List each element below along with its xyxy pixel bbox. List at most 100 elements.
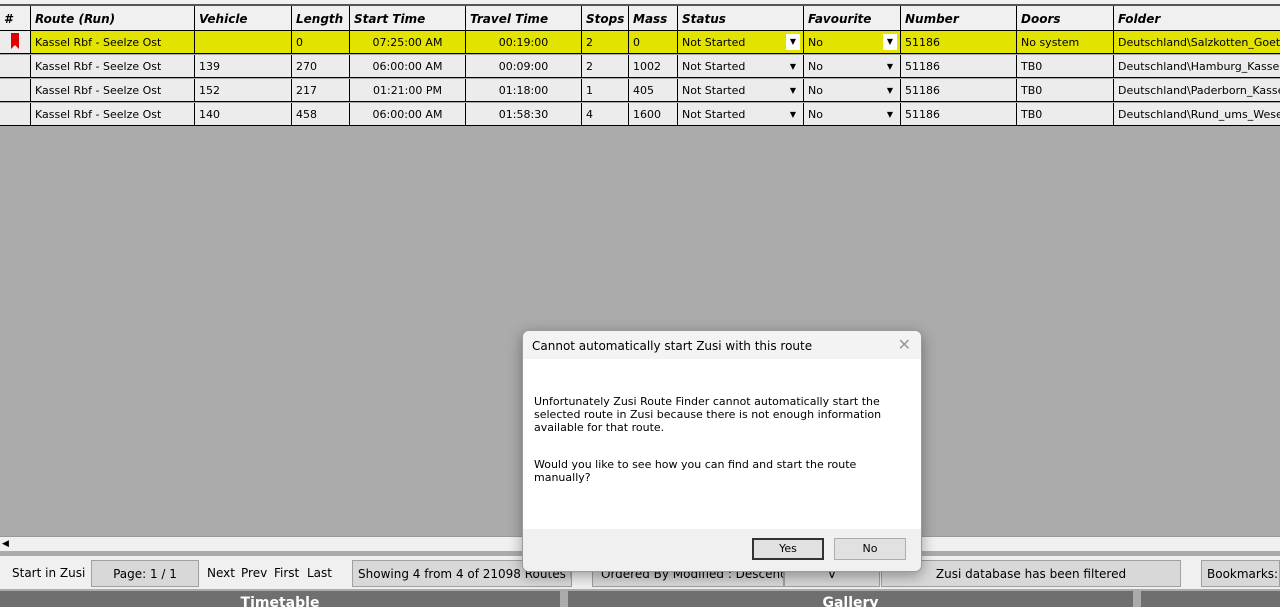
cell-start-time[interactable]: 01:21:00 PM <box>350 79 466 102</box>
warning-dialog: Cannot automatically start Zusi with thi… <box>522 330 922 572</box>
favourite-dropdown[interactable]: No ▼ <box>804 79 901 102</box>
cell-travel-time[interactable]: 01:58:30 <box>466 103 582 126</box>
status-value: Not Started <box>682 36 746 49</box>
dropdown-arrow-icon[interactable]: ▼ <box>786 79 800 101</box>
cell-number[interactable]: 51186 <box>901 31 1017 54</box>
start-in-zusi-button[interactable]: Start in Zusi <box>12 560 90 587</box>
cell-mass[interactable]: 405 <box>629 79 678 102</box>
routes-grid[interactable]: # Route (Run) Vehicle Length Start Time … <box>0 6 1280 127</box>
yes-button[interactable]: Yes <box>752 538 824 560</box>
favourite-value: No <box>808 60 823 73</box>
dropdown-arrow-icon[interactable]: ▼ <box>786 103 800 125</box>
dropdown-arrow-icon[interactable]: ▼ <box>883 34 897 50</box>
bookmarks-count: Bookmarks: 26 <box>1201 560 1280 587</box>
cell-doors[interactable]: TB0 <box>1017 79 1114 102</box>
column-header-doors[interactable]: Doors <box>1017 6 1114 31</box>
status-dropdown[interactable]: Not Started ▼ <box>678 79 804 102</box>
no-button[interactable]: No <box>834 538 906 560</box>
cell-stops[interactable]: 2 <box>582 55 629 78</box>
favourite-value: No <box>808 108 823 121</box>
column-header-index[interactable]: # <box>0 6 31 31</box>
cell-folder[interactable]: Deutschland\Salzkotten_Goettin <box>1114 31 1280 54</box>
dropdown-arrow-icon[interactable]: ▼ <box>883 103 897 125</box>
cell-vehicle[interactable]: 152 <box>195 79 292 102</box>
favourite-dropdown[interactable]: No ▼ <box>804 103 901 126</box>
favourite-dropdown[interactable]: No ▼ <box>804 55 901 78</box>
cell-stops[interactable]: 2 <box>582 31 629 54</box>
first-page-button[interactable]: First <box>274 560 304 587</box>
cell-vehicle[interactable]: 140 <box>195 103 292 126</box>
status-value: Not Started <box>682 84 746 97</box>
column-header-status[interactable]: Status <box>678 6 804 31</box>
scroll-left-arrow-icon[interactable]: ◀ <box>2 537 9 551</box>
cell-stops[interactable]: 1 <box>582 79 629 102</box>
table-row-selected[interactable]: Kassel Rbf - Seelze Ost 0 07:25:00 AM 00… <box>0 31 1280 55</box>
cell-vehicle[interactable] <box>195 31 292 54</box>
dropdown-arrow-icon[interactable]: ▼ <box>883 79 897 101</box>
cell-length[interactable]: 270 <box>292 55 350 78</box>
cell-doors[interactable]: TB0 <box>1017 103 1114 126</box>
cell-travel-time[interactable]: 01:18:00 <box>466 79 582 102</box>
column-header-favourite[interactable]: Favourite <box>804 6 901 31</box>
status-dropdown[interactable]: Not Started ▼ <box>678 31 804 54</box>
cell-route[interactable]: Kassel Rbf - Seelze Ost <box>31 103 195 126</box>
cell-route[interactable]: Kassel Rbf - Seelze Ost <box>31 55 195 78</box>
dialog-question: Would you like to see how you can find a… <box>534 458 857 484</box>
table-row[interactable]: Kassel Rbf - Seelze Ost 140 458 06:00:00… <box>0 103 1280 127</box>
cell-stops[interactable]: 4 <box>582 103 629 126</box>
bookmark-icon <box>11 33 19 49</box>
column-header-travel-time[interactable]: Travel Time <box>466 6 582 31</box>
close-icon[interactable]: ✕ <box>898 335 911 354</box>
dialog-message: Unfortunately Zusi Route Finder cannot a… <box>534 395 882 434</box>
dropdown-arrow-icon[interactable]: ▼ <box>883 55 897 77</box>
table-row[interactable]: Kassel Rbf - Seelze Ost 152 217 01:21:00… <box>0 79 1280 103</box>
cell-number[interactable]: 51186 <box>901 55 1017 78</box>
cell-start-time[interactable]: 06:00:00 AM <box>350 55 466 78</box>
filter-status: Zusi database has been filtered <box>881 560 1181 587</box>
column-header-vehicle[interactable]: Vehicle <box>195 6 292 31</box>
dropdown-arrow-icon[interactable]: ▼ <box>786 34 800 50</box>
cell-length[interactable]: 217 <box>292 79 350 102</box>
cell-doors[interactable]: No system <box>1017 31 1114 54</box>
cell-folder[interactable]: Deutschland\Rund_ums_Weserb <box>1114 103 1280 126</box>
cell-travel-time[interactable]: 00:09:00 <box>466 55 582 78</box>
cell-mass[interactable]: 1600 <box>629 103 678 126</box>
cell-doors[interactable]: TB0 <box>1017 55 1114 78</box>
table-row[interactable]: Kassel Rbf - Seelze Ost 139 270 06:00:00… <box>0 55 1280 79</box>
column-header-number[interactable]: Number <box>901 6 1017 31</box>
cell-start-time[interactable]: 06:00:00 AM <box>350 103 466 126</box>
grid-header: # Route (Run) Vehicle Length Start Time … <box>0 6 1280 31</box>
column-header-mass[interactable]: Mass <box>629 6 678 31</box>
status-dropdown[interactable]: Not Started ▼ <box>678 103 804 126</box>
bottom-tabs: Timetable Gallery <box>0 589 1280 607</box>
row-bookmark-cell[interactable] <box>0 79 31 102</box>
cell-route[interactable]: Kassel Rbf - Seelze Ost <box>31 31 195 54</box>
column-header-stops[interactable]: Stops <box>582 6 629 31</box>
dropdown-arrow-icon[interactable]: ▼ <box>786 55 800 77</box>
cell-route[interactable]: Kassel Rbf - Seelze Ost <box>31 79 195 102</box>
prev-page-button[interactable]: Prev <box>241 560 271 587</box>
status-dropdown[interactable]: Not Started ▼ <box>678 55 804 78</box>
row-bookmark-cell[interactable] <box>0 31 31 54</box>
cell-length[interactable]: 0 <box>292 31 350 54</box>
favourite-dropdown[interactable]: No ▼ <box>804 31 901 54</box>
column-header-length[interactable]: Length <box>292 6 350 31</box>
cell-number[interactable]: 51186 <box>901 103 1017 126</box>
cell-folder[interactable]: Deutschland\Hamburg_Kassel <box>1114 55 1280 78</box>
cell-vehicle[interactable]: 139 <box>195 55 292 78</box>
column-header-route[interactable]: Route (Run) <box>31 6 195 31</box>
column-header-folder[interactable]: Folder <box>1114 6 1280 31</box>
last-page-button[interactable]: Last <box>307 560 341 587</box>
cell-length[interactable]: 458 <box>292 103 350 126</box>
cell-folder[interactable]: Deutschland\Paderborn_Kassel <box>1114 79 1280 102</box>
cell-number[interactable]: 51186 <box>901 79 1017 102</box>
cell-mass[interactable]: 0 <box>629 31 678 54</box>
next-page-button[interactable]: Next <box>207 560 237 587</box>
row-bookmark-cell[interactable] <box>0 103 31 126</box>
cell-travel-time[interactable]: 00:19:00 <box>466 31 582 54</box>
cell-mass[interactable]: 1002 <box>629 55 678 78</box>
row-bookmark-cell[interactable] <box>0 55 31 78</box>
status-value: Not Started <box>682 60 746 73</box>
cell-start-time[interactable]: 07:25:00 AM <box>350 31 466 54</box>
column-header-start-time[interactable]: Start Time <box>350 6 466 31</box>
